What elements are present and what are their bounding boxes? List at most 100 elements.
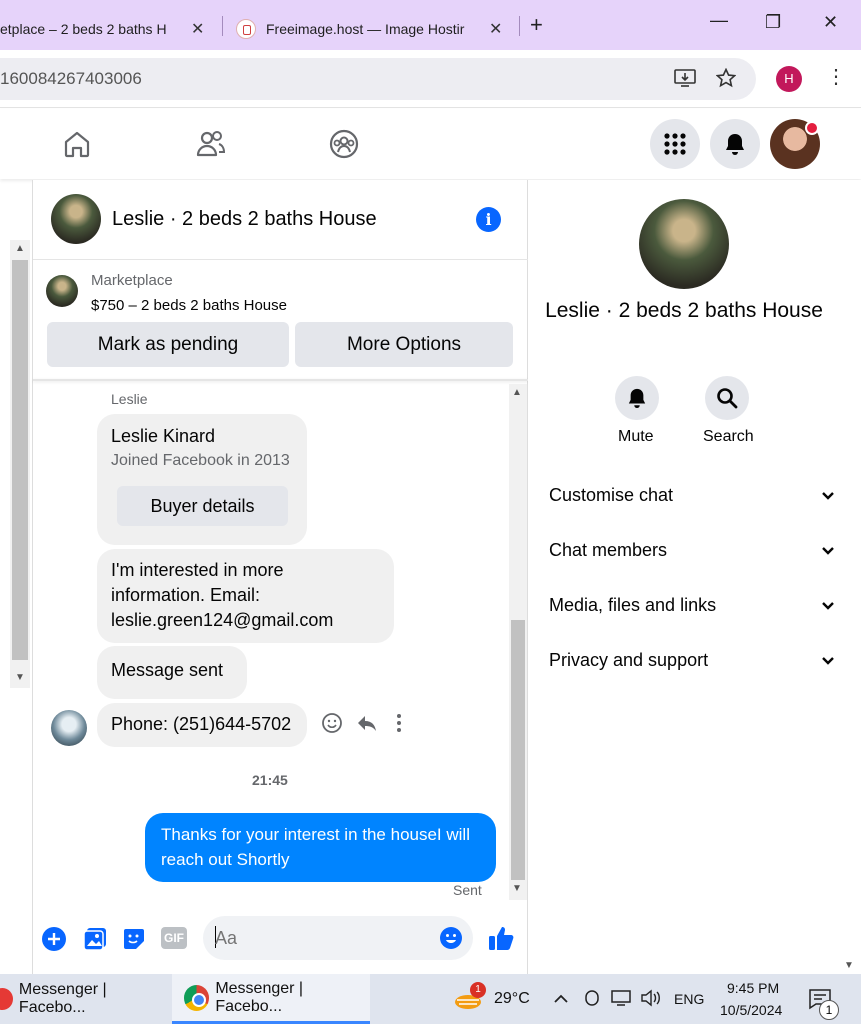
search-button[interactable] [705, 376, 749, 420]
notification-count-badge: 1 [819, 1000, 839, 1020]
like-icon[interactable] [487, 924, 514, 950]
sender-name: Leslie [111, 391, 148, 407]
bell-icon [628, 388, 646, 408]
media-files-links-row[interactable]: Media, files and links [549, 595, 834, 616]
more-actions-icon[interactable] [396, 712, 402, 739]
mark-as-pending-button[interactable]: Mark as pending [47, 322, 289, 367]
my-message-text: Thanks for your interest in the houseI w… [161, 825, 470, 869]
message-composer: GIF [33, 914, 529, 974]
address-bar[interactable]: 160084267403006 [0, 58, 756, 100]
tab-title: etplace – 2 beds 2 baths H [0, 21, 167, 37]
chevron-down-icon [822, 657, 834, 665]
new-tab-button[interactable]: + [530, 12, 543, 38]
browser-tab-freeimage[interactable]: Freeimage.host — Image Hostir ✕ [228, 8, 518, 50]
clock-time[interactable]: 9:45 PM [727, 980, 779, 996]
tab-close-icon[interactable]: ✕ [489, 19, 502, 39]
restore-button[interactable]: ❐ [765, 12, 781, 33]
message-bubble[interactable]: I'm interested in more information. Emai… [97, 549, 394, 643]
chat-members-row[interactable]: Chat members [549, 540, 834, 561]
tray-chevron-up-icon[interactable] [553, 991, 569, 1009]
more-actions-plus-icon[interactable] [41, 926, 67, 952]
attach-photo-icon[interactable] [82, 926, 108, 952]
notification-dot [805, 121, 819, 135]
chevron-down-icon [822, 547, 834, 555]
bookmark-star-icon[interactable] [715, 67, 737, 94]
message-status: Sent [453, 882, 482, 898]
scroll-up-arrow-icon[interactable]: ▲ [15, 243, 25, 254]
listing-thumbnail[interactable] [46, 275, 78, 307]
details-avatar[interactable] [639, 199, 729, 289]
home-icon[interactable] [62, 129, 92, 164]
timestamp: 21:45 [252, 772, 288, 788]
section-label: Privacy and support [549, 650, 709, 670]
sender-avatar[interactable] [51, 710, 87, 746]
more-options-button[interactable]: More Options [295, 322, 513, 367]
language-indicator[interactable]: ENG [674, 991, 704, 1007]
weather-temp[interactable]: 29°C [494, 990, 530, 1008]
minimize-button[interactable]: — [710, 10, 728, 31]
info-icon[interactable]: i [476, 207, 501, 232]
message-bubble[interactable]: Phone: (251)644-5702 [97, 703, 307, 747]
section-label: Media, files and links [549, 595, 717, 615]
page-scroll-down-icon[interactable]: ▼ [844, 960, 854, 971]
friends-icon[interactable] [195, 129, 227, 164]
browser-menu-icon[interactable]: ⋮ [826, 64, 846, 89]
message-text: I'm interested in more information. Emai… [111, 560, 334, 630]
my-message-bubble[interactable]: Thanks for your interest in the houseI w… [145, 813, 496, 882]
meet-now-icon[interactable] [583, 989, 601, 1012]
react-icon[interactable] [321, 712, 343, 739]
buyer-name: Leslie Kinard [111, 426, 216, 446]
url-text[interactable]: 160084267403006 [0, 69, 142, 89]
scroll-down-arrow-icon[interactable]: ▼ [15, 672, 25, 683]
bell-icon [726, 134, 744, 155]
sticker-icon[interactable] [121, 926, 147, 952]
reply-icon[interactable] [356, 712, 378, 739]
listing-title[interactable]: $750 – 2 beds 2 baths House [91, 297, 287, 314]
chat-scroll-down-icon[interactable]: ▼ [512, 883, 522, 894]
browser-tab-strip: etplace – 2 beds 2 baths H ✕ Freeimage.h… [0, 0, 861, 50]
groups-icon[interactable] [329, 129, 359, 164]
chat-avatar[interactable] [51, 194, 101, 244]
volume-icon[interactable] [640, 989, 662, 1012]
mute-label: Mute [618, 428, 654, 445]
facebook-top-nav [0, 109, 861, 179]
message-bubble[interactable]: Message sent [97, 646, 247, 699]
section-label: Customise chat [549, 485, 674, 505]
network-icon[interactable] [610, 989, 632, 1012]
marketplace-label: Marketplace [91, 272, 173, 289]
chevron-down-icon [822, 602, 834, 610]
privacy-support-row[interactable]: Privacy and support [549, 650, 834, 671]
weather-badge: 1 [470, 982, 486, 998]
chat-title[interactable]: Leslie · 2 beds 2 baths House [112, 208, 377, 231]
message-input[interactable] [215, 926, 435, 950]
tab-close-icon[interactable]: ✕ [191, 19, 204, 39]
left-scrollbar-thumb[interactable] [12, 260, 28, 660]
menu-grid-button[interactable] [650, 119, 700, 169]
profile-card: Leslie Kinard Joined Facebook in 2013 Bu… [97, 414, 307, 545]
chat-scroll-up-icon[interactable]: ▲ [512, 387, 522, 398]
windows-taskbar: Messenger | Facebo... Messenger | Facebo… [0, 974, 861, 1024]
emoji-icon[interactable] [439, 926, 463, 955]
browser-toolbar: 160084267403006 H ⋮ [0, 50, 861, 108]
gif-icon[interactable]: GIF [161, 927, 187, 949]
app-icon [0, 988, 13, 1010]
message-input-box[interactable] [203, 916, 473, 960]
message-text: Phone: (251)644-5702 [111, 714, 292, 734]
search-icon [717, 388, 738, 409]
chevron-down-icon [822, 492, 834, 500]
close-window-button[interactable]: ✕ [823, 12, 838, 33]
browser-tab-marketplace[interactable]: etplace – 2 beds 2 baths H ✕ [0, 8, 222, 50]
buyer-details-button[interactable]: Buyer details [117, 486, 288, 526]
taskbar-item-messenger-2[interactable]: Messenger | Facebo... [172, 974, 370, 1024]
mute-button[interactable] [615, 376, 659, 420]
profile-avatar[interactable]: H [776, 66, 802, 92]
chat-scrollbar-thumb[interactable] [511, 620, 525, 880]
clock-date[interactable]: 10/5/2024 [720, 1002, 782, 1018]
install-app-icon[interactable] [674, 68, 696, 94]
customise-chat-row[interactable]: Customise chat [549, 485, 834, 506]
taskbar-item-label: Messenger | Facebo... [18, 981, 107, 1016]
freeimage-favicon-icon [236, 19, 256, 39]
taskbar-item-messenger-1[interactable]: Messenger | Facebo... [0, 974, 170, 1024]
notifications-button[interactable] [710, 119, 760, 169]
search-label: Search [703, 428, 754, 445]
